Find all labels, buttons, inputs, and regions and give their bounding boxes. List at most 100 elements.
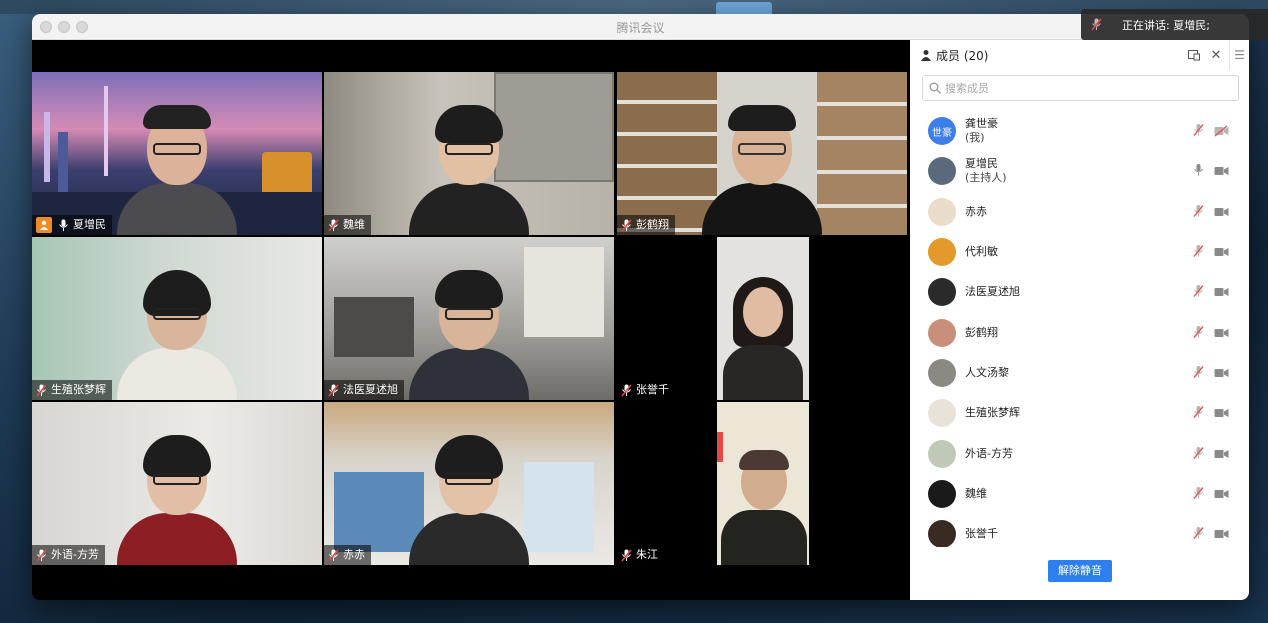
member-name: 魏维	[965, 486, 987, 500]
video-feed	[324, 72, 614, 235]
camera-icon[interactable]	[1214, 444, 1229, 463]
camera-icon[interactable]	[1214, 363, 1229, 382]
mic-muted-icon[interactable]	[1193, 122, 1204, 141]
panel-menu-icon[interactable]: ☰	[1229, 40, 1249, 70]
avatar	[928, 238, 956, 267]
camera-icon[interactable]	[1214, 404, 1229, 423]
participant-name-tag: 彭鹤翔	[617, 215, 675, 235]
member-row[interactable]: 夏增民 (主持人)	[910, 151, 1249, 191]
member-row[interactable]: 生殖张梦辉	[910, 393, 1249, 433]
video-tile[interactable]: 赤赤	[324, 402, 614, 565]
mic-muted-icon[interactable]	[1193, 444, 1204, 463]
popout-panel-icon[interactable]	[1185, 46, 1203, 64]
avatar	[928, 358, 956, 387]
member-name-block: 代利敏	[965, 245, 998, 259]
camera-icon[interactable]	[1214, 162, 1229, 181]
member-name-block: 赤赤	[965, 205, 987, 219]
unmute-all-button[interactable]: 解除静音	[1048, 560, 1112, 582]
mic-muted-icon[interactable]	[1193, 243, 1204, 262]
participant-name: 生殖张梦辉	[51, 383, 106, 396]
video-feed	[32, 72, 322, 235]
video-feed	[32, 237, 322, 400]
close-panel-icon[interactable]: ✕	[1207, 46, 1225, 64]
search-icon	[929, 82, 941, 94]
mic-muted-icon[interactable]	[1193, 404, 1204, 423]
member-name: 夏增民	[965, 157, 998, 171]
participant-name: 赤赤	[343, 548, 365, 561]
participant-name-tag: 生殖张梦辉	[32, 380, 112, 400]
member-row[interactable]: 赤赤	[910, 192, 1249, 232]
member-name-block: 外语-方芳	[965, 447, 1013, 461]
mic-on-icon[interactable]	[1193, 162, 1204, 181]
member-controls	[1193, 283, 1229, 302]
video-tile[interactable]	[717, 237, 809, 400]
avatar	[928, 157, 956, 186]
participant-name: 彭鹤翔	[636, 218, 669, 231]
camera-icon[interactable]	[1214, 243, 1229, 262]
member-name: 生殖张梦辉	[965, 406, 1020, 420]
camera-icon[interactable]	[1214, 484, 1229, 503]
member-search-box[interactable]	[922, 75, 1239, 101]
mic-muted-icon	[36, 383, 47, 397]
desktop-folder-icon[interactable]	[716, 2, 772, 14]
member-row[interactable]: 世豪 龚世豪 (我)	[910, 111, 1249, 151]
participant-name: 夏增民	[73, 218, 106, 231]
mic-muted-icon[interactable]	[1193, 363, 1204, 382]
camera-icon[interactable]	[1214, 202, 1229, 221]
avatar	[928, 399, 956, 428]
mic-muted-icon[interactable]	[1193, 525, 1204, 544]
mic-muted-icon[interactable]	[1193, 323, 1204, 342]
avatar	[928, 318, 956, 347]
video-feed	[717, 402, 809, 565]
member-name-block: 生殖张梦辉	[965, 406, 1020, 420]
video-tile[interactable]	[717, 402, 809, 565]
mic-muted-icon	[621, 218, 632, 232]
video-grid: 夏增民 魏维 彭鹤翔 生殖张梦辉 法医夏述旭 张誉千 外语-方芳 赤赤 朱江	[32, 40, 910, 600]
camera-off-icon[interactable]	[1214, 122, 1229, 141]
member-panel-header: 成员 (20) ✕ ☰	[910, 40, 1249, 70]
video-feed	[617, 72, 907, 235]
mic-muted-icon[interactable]	[1193, 484, 1204, 503]
camera-icon[interactable]	[1214, 525, 1229, 544]
camera-icon[interactable]	[1214, 283, 1229, 302]
participant-name-tag: 张誉千	[617, 380, 675, 400]
member-row[interactable]: 人文汤黎	[910, 353, 1249, 393]
member-name-block: 人文汤黎	[965, 366, 1009, 380]
member-panel-title: 成员 (20)	[936, 48, 989, 63]
member-row[interactable]: 代利敏	[910, 232, 1249, 272]
mic-muted-icon	[1091, 18, 1102, 31]
member-row[interactable]: 外语-方芳	[910, 433, 1249, 473]
speaking-indicator: 正在讲话: 夏增民;	[1081, 9, 1268, 40]
camera-icon[interactable]	[1214, 323, 1229, 342]
participant-name: 法医夏述旭	[343, 383, 398, 396]
participant-name: 外语-方芳	[51, 548, 99, 561]
member-role: (主持人)	[965, 171, 1007, 185]
mic-on-icon	[59, 219, 68, 231]
participant-name-tag: 法医夏述旭	[324, 380, 404, 400]
video-tile[interactable]: 外语-方芳	[32, 402, 322, 565]
member-row[interactable]: 彭鹤翔	[910, 312, 1249, 352]
avatar: 世豪	[928, 117, 956, 146]
member-controls	[1193, 323, 1229, 342]
video-tile[interactable]: 生殖张梦辉	[32, 237, 322, 400]
mic-muted-icon	[621, 548, 632, 562]
video-tile[interactable]: 彭鹤翔	[617, 72, 907, 235]
member-row[interactable]: 张誉千	[910, 514, 1249, 547]
video-feed	[717, 237, 809, 400]
member-name: 赤赤	[965, 204, 987, 218]
mic-muted-icon	[621, 383, 632, 397]
mic-muted-icon	[36, 548, 47, 562]
mic-muted-icon[interactable]	[1193, 202, 1204, 221]
participant-name-tag: 朱江	[617, 545, 664, 565]
video-tile[interactable]: 法医夏述旭	[324, 237, 614, 400]
participant-name-tag: 魏维	[324, 215, 371, 235]
member-row[interactable]: 法医夏述旭	[910, 272, 1249, 312]
video-tile[interactable]: 魏维	[324, 72, 614, 235]
member-row[interactable]: 魏维	[910, 474, 1249, 514]
mic-muted-icon[interactable]	[1193, 283, 1204, 302]
member-controls	[1193, 363, 1229, 382]
member-name: 外语-方芳	[965, 446, 1013, 460]
video-tile[interactable]: 夏增民	[32, 72, 322, 235]
video-tile-padding: 朱江	[617, 402, 717, 565]
member-search-input[interactable]	[945, 81, 1225, 95]
